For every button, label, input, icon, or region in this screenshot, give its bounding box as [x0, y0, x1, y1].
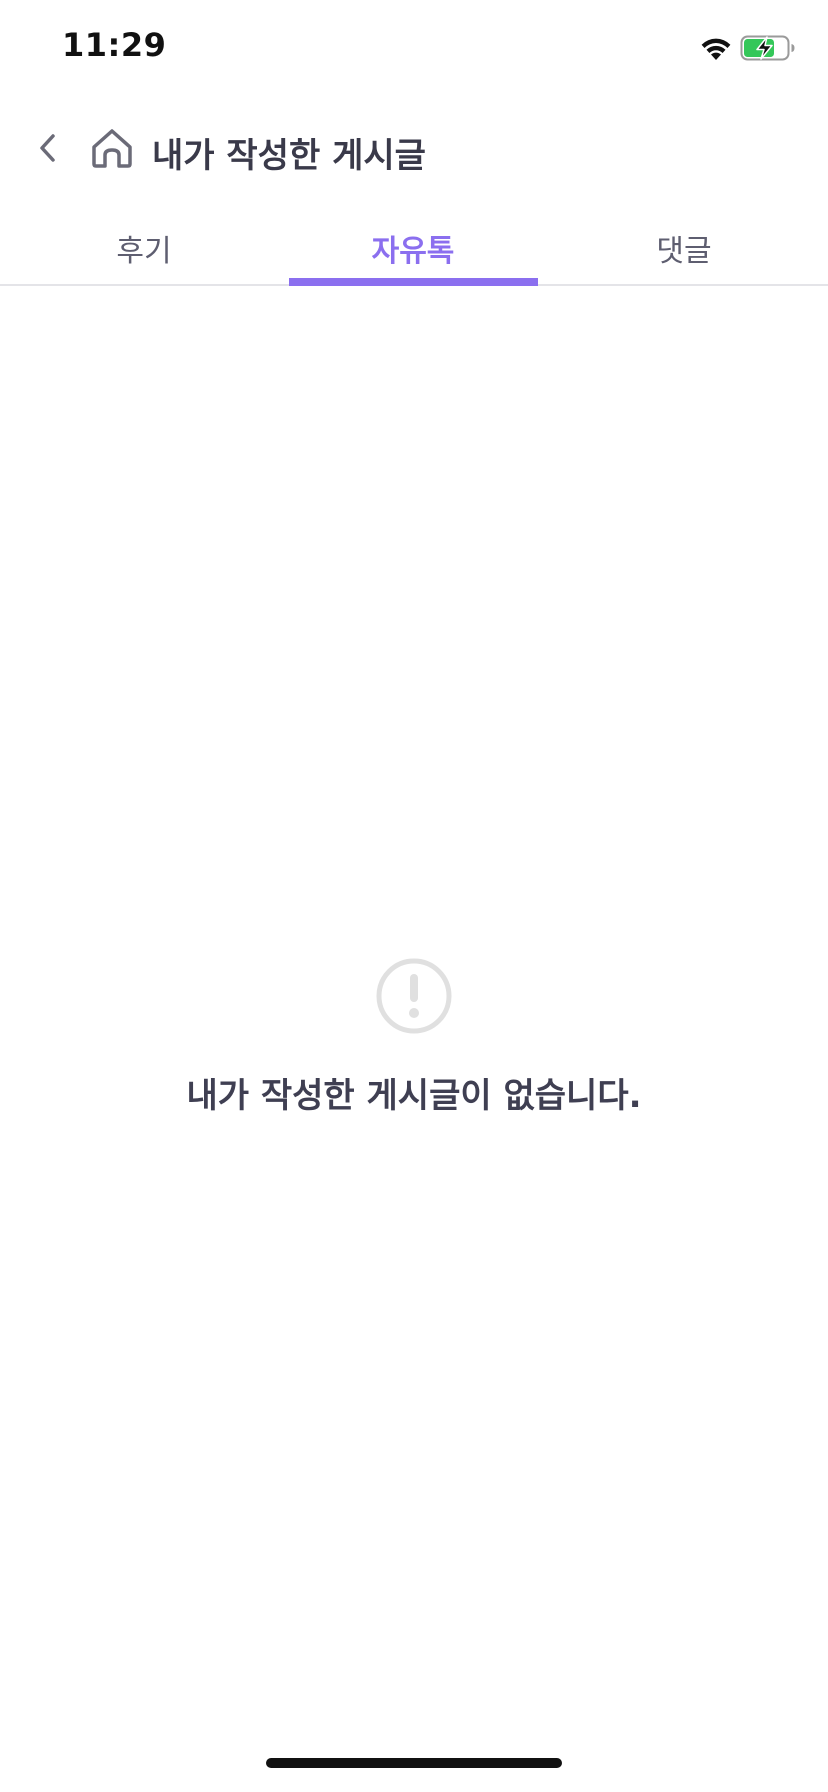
- chevron-left-icon: [40, 134, 55, 162]
- back-button[interactable]: [26, 126, 70, 170]
- status-bar: 11:29: [0, 0, 828, 96]
- empty-state: 내가 작성한 게시글이 없습니다.: [0, 956, 828, 1126]
- header: 내가 작성한 게시글: [0, 110, 828, 190]
- battery-charging-icon: [740, 35, 795, 61]
- status-time: 11:29: [62, 26, 167, 64]
- page-title: 내가 작성한 게시글: [152, 136, 426, 176]
- tab-bar: 후기 자유톡 댓글: [0, 206, 828, 286]
- empty-message: 내가 작성한 게시글이 없습니다.: [186, 1076, 642, 1116]
- tab-label: 자유톡: [371, 234, 455, 269]
- wifi-icon: [701, 38, 731, 60]
- tab-label: 후기: [116, 234, 172, 269]
- tab-comments[interactable]: 댓글: [560, 206, 808, 284]
- screen: 11:29 내가 작성한 게시글 후기 자유톡 댓글 내가 작성한 게시글이 없…: [0, 0, 828, 1792]
- home-indicator[interactable]: [266, 1758, 562, 1768]
- alert-circle-icon: [376, 958, 452, 1034]
- active-tab-indicator: [289, 278, 538, 286]
- tab-free-talk[interactable]: 자유톡: [289, 206, 537, 284]
- home-icon: [92, 129, 132, 168]
- home-button[interactable]: [88, 124, 136, 172]
- tab-reviews[interactable]: 후기: [20, 206, 268, 284]
- tab-label: 댓글: [656, 234, 712, 269]
